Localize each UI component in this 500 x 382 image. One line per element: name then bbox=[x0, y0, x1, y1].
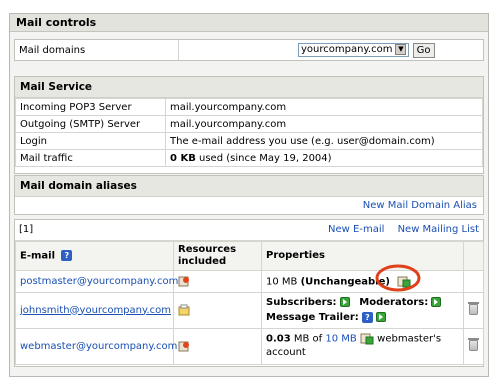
table-row: postmaster@yourcompany.com 10 MB (Unchan… bbox=[15, 264, 484, 293]
edit-icon[interactable] bbox=[360, 332, 374, 345]
table-row: Login The e-mail address you use (e.g. u… bbox=[15, 132, 483, 150]
trash-icon[interactable] bbox=[468, 302, 479, 316]
service-key: Incoming POP3 Server bbox=[15, 98, 166, 116]
chevron-down-icon: ▼ bbox=[395, 44, 407, 55]
new-domain-alias-link[interactable]: New Mail Domain Alias bbox=[363, 200, 477, 211]
traffic-amount: 0 KB bbox=[170, 152, 196, 164]
subscribers-label: Subscribers: bbox=[266, 297, 337, 308]
domain-select[interactable]: yourcompany.com ▼ bbox=[297, 43, 410, 57]
help-icon[interactable]: ? bbox=[61, 249, 73, 261]
email-column-header: E-mail ? bbox=[15, 240, 174, 271]
service-value: The e-mail address you use (e.g. user@do… bbox=[165, 132, 483, 150]
table-row: Outgoing (SMTP) Server mail.yourcompany.… bbox=[15, 115, 483, 133]
properties-column-header: Properties bbox=[261, 240, 464, 271]
email-link[interactable]: postmaster@yourcompany.com bbox=[20, 276, 178, 287]
table-row: webmaster@yourcompany.com 0.03 MB of 10 … bbox=[15, 327, 484, 365]
service-value: mail.yourcompany.com bbox=[165, 115, 483, 133]
panel-title: Mail controls bbox=[10, 14, 488, 32]
table-row: Mail traffic 0 KB used (since May 19, 20… bbox=[15, 149, 483, 167]
email-link[interactable]: johnsmith@yourcompany.com bbox=[20, 305, 171, 316]
go-button[interactable]: Go bbox=[412, 42, 435, 58]
add-green-icon[interactable] bbox=[431, 297, 442, 307]
mail-service-heading: Mail Service bbox=[15, 77, 483, 98]
table-row: Incoming POP3 Server mail.yourcompany.co… bbox=[15, 98, 483, 116]
service-value: 0 KB used (since May 19, 2004) bbox=[165, 149, 483, 167]
quota-of: MB of bbox=[293, 333, 323, 345]
forward-icon[interactable] bbox=[178, 340, 191, 352]
quota-link[interactable]: 10 MB bbox=[325, 333, 356, 344]
mail-domains-box: Mail domains yourcompany.com ▼ Go bbox=[14, 39, 484, 61]
page-indicator: [1] bbox=[15, 220, 73, 241]
add-green-icon[interactable] bbox=[339, 297, 350, 307]
aliases-heading: Mail domain aliases bbox=[15, 176, 483, 197]
edit-icon[interactable]: ? bbox=[361, 311, 373, 323]
email-link[interactable]: webmaster@yourcompany.com bbox=[20, 341, 177, 352]
mail-domains-label: Mail domains bbox=[15, 40, 179, 60]
add-green-icon[interactable] bbox=[376, 312, 387, 322]
table-row: johnsmith@yourcompany.com Subscribers: M… bbox=[15, 291, 484, 329]
trailer-label: Message Trailer: bbox=[266, 312, 359, 323]
domain-select-value: yourcompany.com bbox=[300, 44, 393, 55]
mail-controls-panel: Mail controls Mail domains yourcompany.c… bbox=[9, 13, 489, 377]
moderators-label: Moderators: bbox=[359, 297, 429, 308]
service-key: Outgoing (SMTP) Server bbox=[15, 115, 166, 133]
service-value: mail.yourcompany.com bbox=[165, 98, 483, 116]
actions-column-header bbox=[463, 240, 484, 271]
new-mailing-list-link[interactable]: New Mailing List bbox=[398, 224, 479, 235]
mail-service-box: Mail Service Incoming POP3 Server mail.y… bbox=[14, 76, 484, 174]
traffic-since: used (since May 19, 2004) bbox=[195, 152, 332, 164]
resource-icon bbox=[178, 304, 190, 316]
accounts-box: [1] New E-mail New Mailing List E-mail ?… bbox=[14, 219, 484, 367]
service-key: Login bbox=[15, 132, 166, 150]
new-email-link[interactable]: New E-mail bbox=[328, 224, 384, 235]
resources-column-header: Resources included bbox=[173, 240, 262, 271]
quota-used: 0.03 bbox=[266, 333, 291, 345]
forward-icon[interactable] bbox=[178, 275, 191, 287]
quota-size: 10 MB bbox=[266, 276, 298, 287]
service-key: Mail traffic bbox=[15, 149, 166, 167]
highlight-circle bbox=[375, 264, 421, 291]
aliases-box: Mail domain aliases New Mail Domain Alia… bbox=[14, 175, 484, 215]
trash-icon[interactable] bbox=[468, 338, 479, 352]
